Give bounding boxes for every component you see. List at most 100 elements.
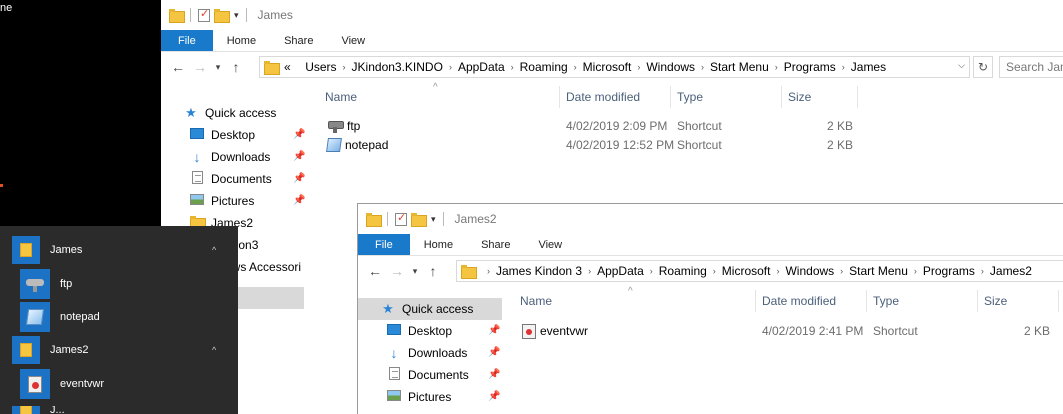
nav-item-downloads[interactable]: ↓ Downloads xyxy=(386,342,468,364)
column-header-type[interactable]: Type xyxy=(873,294,899,308)
start-menu-folder-james[interactable]: James xyxy=(12,236,82,264)
properties-icon[interactable] xyxy=(198,7,210,22)
breadcrumb-item[interactable]: Roaming xyxy=(520,60,568,74)
pin-icon[interactable]: 📌 xyxy=(488,325,500,336)
breadcrumb-chevron-icon[interactable]: › xyxy=(574,62,577,72)
breadcrumb-item[interactable]: Start Menu xyxy=(710,60,769,74)
recent-locations-chevron-icon[interactable]: ▾ xyxy=(408,266,422,277)
column-header-type[interactable]: Type xyxy=(677,90,703,104)
breadcrumb-item[interactable]: Windows xyxy=(646,60,695,74)
breadcrumb-item[interactable]: Microsoft xyxy=(722,264,771,278)
breadcrumb-chevron-icon[interactable]: › xyxy=(981,266,984,276)
recent-locations-chevron-icon[interactable]: ▾ xyxy=(211,62,225,73)
pin-icon[interactable]: 📌 xyxy=(293,173,305,184)
breadcrumb-item-current[interactable]: James2 xyxy=(990,264,1032,278)
tab-file[interactable]: File xyxy=(358,234,410,255)
customize-toolbar-chevron-icon[interactable]: ▾ xyxy=(431,214,436,225)
nav-item-pictures[interactable]: Pictures xyxy=(386,386,451,408)
search-input[interactable]: Search James xyxy=(999,56,1063,78)
nav-item-downloads[interactable]: ↓ Downloads xyxy=(189,146,271,168)
column-header-name[interactable]: Name xyxy=(520,294,552,308)
start-menu-folder-partial[interactable]: J... xyxy=(12,406,65,414)
nav-selection-highlight[interactable] xyxy=(238,287,304,309)
breadcrumb-chevron-icon[interactable]: › xyxy=(511,62,514,72)
pin-icon[interactable]: 📌 xyxy=(293,151,305,162)
column-divider[interactable] xyxy=(781,86,782,108)
start-menu-item-eventvwr[interactable]: eventvwr xyxy=(20,369,104,399)
table-row[interactable]: eventvwr 4/02/2019 2:41 PM Shortcut 2 KB xyxy=(502,322,1062,340)
address-bar[interactable]: › James Kindon 3 › AppData › Roaming › M… xyxy=(456,260,1063,282)
up-arrow-icon[interactable]: ↑ xyxy=(422,263,444,279)
breadcrumb-item[interactable]: Programs xyxy=(784,60,836,74)
breadcrumb-chevron-icon[interactable]: › xyxy=(775,62,778,72)
nav-item-quick-access[interactable]: ★ Quick access xyxy=(183,102,276,124)
breadcrumb-item[interactable]: JKindon3.KINDO xyxy=(352,60,443,74)
breadcrumb-item[interactable]: AppData xyxy=(458,60,505,74)
pin-icon[interactable]: 📌 xyxy=(293,129,305,140)
column-divider[interactable] xyxy=(866,290,867,312)
nav-item-documents[interactable]: Documents xyxy=(189,168,272,190)
nav-item-quick-access[interactable]: ★ Quick access xyxy=(380,298,473,320)
tab-home[interactable]: Home xyxy=(213,30,270,51)
folder-icon[interactable] xyxy=(169,9,185,23)
breadcrumb-item[interactable]: Windows xyxy=(785,264,834,278)
breadcrumb-item[interactable]: Programs xyxy=(923,264,975,278)
tab-share[interactable]: Share xyxy=(270,30,327,51)
breadcrumb-item-current[interactable]: James xyxy=(851,60,886,74)
back-arrow-icon[interactable]: ← xyxy=(364,263,386,279)
customize-toolbar-chevron-icon[interactable]: ▾ xyxy=(234,10,239,21)
forward-arrow-icon[interactable]: → xyxy=(386,263,408,279)
collapse-chevron-up-icon[interactable]: ^ xyxy=(212,345,216,355)
nav-item-pictures[interactable]: Pictures xyxy=(189,190,254,212)
breadcrumb-chevron-icon[interactable]: › xyxy=(701,62,704,72)
up-arrow-icon[interactable]: ↑ xyxy=(225,59,247,75)
table-row[interactable]: notepad 4/02/2019 12:52 PM Shortcut 2 KB xyxy=(309,136,869,154)
breadcrumb-item[interactable]: AppData xyxy=(597,264,644,278)
nav-item-desktop[interactable]: Desktop xyxy=(386,320,452,342)
breadcrumb-item[interactable]: Microsoft xyxy=(583,60,632,74)
breadcrumb-chevron-icon[interactable]: › xyxy=(637,62,640,72)
pin-icon[interactable]: 📌 xyxy=(488,347,500,358)
address-dropdown-chevron-icon[interactable]: ⌵ xyxy=(958,60,965,71)
tab-share[interactable]: Share xyxy=(467,234,524,255)
pin-icon[interactable]: 📌 xyxy=(488,369,500,380)
new-folder-icon[interactable] xyxy=(214,9,230,23)
breadcrumb-chevron-icon[interactable]: › xyxy=(776,266,779,276)
address-bar[interactable]: « Users › JKindon3.KINDO › AppData › Roa… xyxy=(259,56,970,78)
breadcrumb-chevron-icon[interactable]: › xyxy=(588,266,591,276)
tab-home[interactable]: Home xyxy=(410,234,467,255)
table-row[interactable]: ftp 4/02/2019 2:09 PM Shortcut 2 KB xyxy=(309,117,869,135)
breadcrumb-chevron-icon[interactable]: › xyxy=(650,266,653,276)
column-header-size[interactable]: Size xyxy=(788,90,811,104)
column-divider[interactable] xyxy=(857,86,858,108)
breadcrumb-item[interactable]: James Kindon 3 xyxy=(496,264,582,278)
column-divider[interactable] xyxy=(977,290,978,312)
new-folder-icon[interactable] xyxy=(411,213,427,227)
tab-view[interactable]: View xyxy=(524,234,576,255)
breadcrumb-chevron-icon[interactable]: › xyxy=(343,62,346,72)
nav-item-documents[interactable]: Documents xyxy=(386,364,469,386)
start-menu-item-ftp[interactable]: ftp xyxy=(20,269,72,299)
folder-icon[interactable] xyxy=(366,213,382,227)
column-header-date-modified[interactable]: Date modified xyxy=(566,90,640,104)
breadcrumb-item[interactable]: Start Menu xyxy=(849,264,908,278)
tab-view[interactable]: View xyxy=(327,30,379,51)
start-menu-item-notepad[interactable]: notepad xyxy=(20,302,100,332)
back-arrow-icon[interactable]: ← xyxy=(167,59,189,75)
nav-item-desktop[interactable]: Desktop xyxy=(189,124,255,146)
column-divider[interactable] xyxy=(755,290,756,312)
column-divider[interactable] xyxy=(670,86,671,108)
column-header-name[interactable]: Name xyxy=(325,90,357,104)
breadcrumb-item[interactable]: Users xyxy=(305,60,336,74)
breadcrumb-item[interactable]: Roaming xyxy=(659,264,707,278)
column-divider[interactable] xyxy=(1058,290,1059,312)
pin-icon[interactable]: 📌 xyxy=(293,195,305,206)
tab-file[interactable]: File xyxy=(161,30,213,51)
breadcrumb-chevron-icon[interactable]: › xyxy=(840,266,843,276)
start-menu-folder-james2[interactable]: James2 xyxy=(12,336,89,364)
breadcrumb-overflow[interactable]: « xyxy=(284,60,291,74)
breadcrumb-chevron-icon[interactable]: › xyxy=(713,266,716,276)
refresh-icon[interactable]: ↻ xyxy=(973,56,993,78)
breadcrumb-chevron-icon[interactable]: › xyxy=(914,266,917,276)
breadcrumb-chevron-icon[interactable]: › xyxy=(842,62,845,72)
